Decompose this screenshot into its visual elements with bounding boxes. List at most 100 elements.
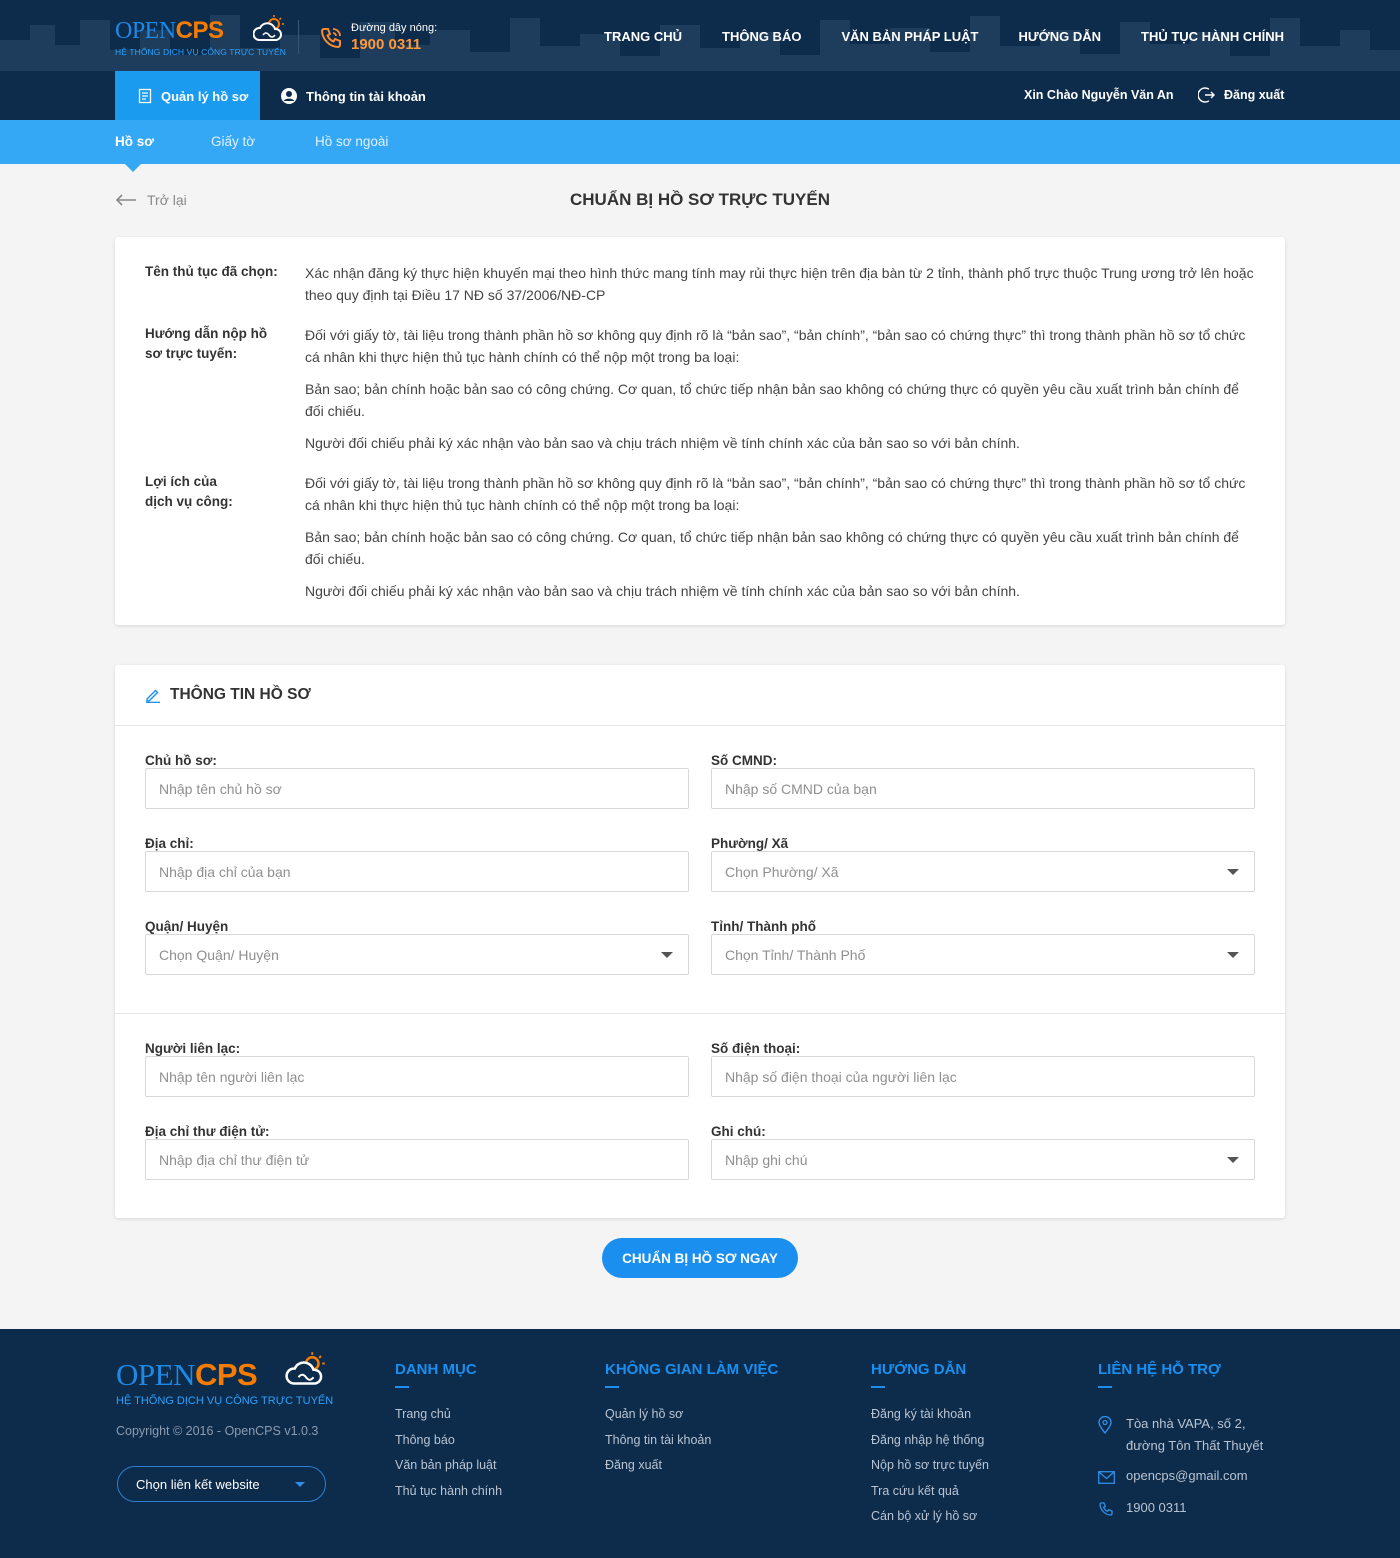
footer-title-underline <box>395 1386 409 1388</box>
footer-link[interactable]: Tra cứu kết quả <box>871 1479 989 1505</box>
tab-manage-files[interactable]: Quản lý hồ sơ <box>115 71 260 121</box>
tab-files[interactable]: Hồ sơ <box>115 134 154 149</box>
footer-title-underline <box>871 1386 885 1388</box>
benefit-paragraph: Bản sao; bản chính hoặc bản sao có công … <box>305 529 1239 567</box>
procedure-info-card: Tên thủ tục đã chọn: Xác nhận đăng ký th… <box>115 237 1285 625</box>
note-label: Ghi chú: <box>711 1124 766 1139</box>
copyright: Copyright © 2016 - OpenCPS v1.0.3 <box>116 1424 319 1438</box>
nav-legal-docs[interactable]: VĂN BẢN PHÁP LUẬT <box>841 29 978 44</box>
nav-home[interactable]: TRANG CHỦ <box>604 29 682 44</box>
id-number-input[interactable] <box>711 768 1255 809</box>
owner-label: Chủ hồ sơ: <box>145 753 217 768</box>
footer-link[interactable]: Đăng xuất <box>605 1453 778 1479</box>
support-email-value[interactable]: opencps@gmail.com <box>1126 1468 1248 1483</box>
nav-procedures[interactable]: THỦ TỤC HÀNH CHÍNH <box>1141 29 1284 44</box>
district-select[interactable]: Chọn Quận/ Huyện <box>145 934 689 975</box>
phone-icon <box>320 28 341 49</box>
benefit-value: Đối với giấy tờ, tài liệu trong thành ph… <box>305 472 1255 612</box>
footer-link[interactable]: Đăng nhập hệ thống <box>871 1428 989 1454</box>
logo-cps: CPS <box>175 17 224 44</box>
mail-icon <box>1098 1471 1115 1484</box>
contact-input[interactable] <box>145 1056 689 1097</box>
phone-icon <box>1099 1502 1113 1516</box>
phone-input[interactable] <box>711 1056 1255 1097</box>
website-link-select[interactable]: Chọn liên kết website <box>117 1466 326 1502</box>
nav-guide[interactable]: HƯỚNG DẪN <box>1018 29 1101 44</box>
tab-documents[interactable]: Giấy tờ <box>211 134 255 149</box>
procedure-value: Xác nhận đăng ký thực hiện khuyến mại th… <box>305 265 1254 303</box>
logo-cloud-icon <box>285 1352 325 1385</box>
support-address-line2: đường Tôn Thất Thuyết <box>1126 1438 1264 1453</box>
ward-label: Phường/ Xã <box>711 836 789 851</box>
top-header: OPENCPS HỆ THỐNG DỊCH VỤ CÔNG TRỰC TUYẾN… <box>0 0 1400 70</box>
footer-title-underline <box>1098 1386 1112 1388</box>
footer-logo[interactable]: OPENCPS HỆ THỐNG DỊCH VỤ CÔNG TRỰC TUYẾN <box>116 1351 336 1411</box>
address-input[interactable] <box>145 851 689 892</box>
footer-col-workspace: KHÔNG GIAN LÀM VIỆC Quản lý hồ sơ Thông … <box>605 1361 778 1479</box>
footer-col-title: LIÊN HỆ HỖ TRỢ <box>1098 1361 1221 1378</box>
tab-external-files[interactable]: Hồ sơ ngoài <box>315 134 388 149</box>
footer-link[interactable]: Quản lý hồ sơ <box>605 1402 778 1428</box>
province-select[interactable]: Chọn Tỉnh/ Thành Phố <box>711 934 1255 975</box>
note-selected: Nhập ghi chú <box>725 1151 808 1168</box>
footer-logo-tagline: HỆ THỐNG DỊCH VỤ CÔNG TRỰC TUYẾN <box>116 1395 334 1407</box>
footer-link[interactable]: Nộp hồ sơ trực tuyến <box>871 1453 989 1479</box>
logo-open: OPEN <box>115 18 176 44</box>
tab-manage-files-label: Quản lý hồ sơ <box>161 88 249 104</box>
nav-notices[interactable]: THÔNG BÁO <box>722 29 801 44</box>
footer-link[interactable]: Thông báo <box>395 1428 502 1454</box>
chevron-down-icon <box>661 952 673 958</box>
chevron-down-icon <box>1227 869 1239 875</box>
file-info-form: THÔNG TIN HỒ SƠ Chủ hồ sơ: Số CMND: Địa … <box>115 665 1285 1218</box>
logo-cloud-icon <box>253 15 284 41</box>
owner-input[interactable] <box>145 768 689 809</box>
phone-label: Số điện thoại: <box>711 1041 801 1056</box>
chevron-down-icon <box>1227 1157 1239 1163</box>
footer-col-title: DANH MỤC <box>395 1361 477 1378</box>
footer-link[interactable]: Cán bộ xử lý hồ sơ <box>871 1504 989 1530</box>
tab-account-info[interactable]: Thông tin tài khoản <box>280 71 426 121</box>
page-title: CHUẨN BỊ HỒ SƠ TRỰC TUYẾN <box>570 190 830 209</box>
footer-link[interactable]: Thông tin tài khoản <box>605 1428 778 1454</box>
contact-label: Người liên lạc: <box>145 1041 241 1056</box>
document-icon <box>138 88 152 104</box>
user-circle-icon <box>281 88 297 104</box>
note-select[interactable]: Nhập ghi chú <box>711 1139 1255 1180</box>
footer-link[interactable]: Thủ tục hành chính <box>395 1479 502 1505</box>
map-pin-icon <box>1098 1416 1112 1434</box>
hotline-number[interactable]: 1900 0311 <box>351 36 421 53</box>
footer-col-guide: HƯỚNG DẪN Đăng ký tài khoản Đăng nhập hệ… <box>871 1361 989 1530</box>
prepare-file-button[interactable]: CHUẨN BỊ HỒ SƠ NGAY <box>602 1238 798 1278</box>
chevron-down-icon <box>1227 952 1239 958</box>
logout-button[interactable]: Đăng xuất <box>1198 86 1284 104</box>
support-address-line1: Tòa nhà VAPA, số 2, <box>1126 1416 1246 1431</box>
district-label: Quận/ Huyện <box>145 919 229 934</box>
email-input[interactable] <box>145 1139 689 1180</box>
footer-title-underline <box>605 1386 619 1388</box>
footer-logo-cps: CPS <box>194 1357 258 1392</box>
logout-icon <box>1198 87 1215 103</box>
guide-paragraph: Người đối chiếu phải ký xác nhận vào bản… <box>305 435 1020 451</box>
footer-link[interactable]: Trang chủ <box>395 1402 502 1428</box>
guide-value: Đối với giấy tờ, tài liệu trong thành ph… <box>305 324 1255 464</box>
guide-paragraph: Đối với giấy tờ, tài liệu trong thành ph… <box>305 327 1246 365</box>
ward-select[interactable]: Chọn Phường/ Xã <box>711 851 1255 892</box>
footer-link[interactable]: Văn bản pháp luật <box>395 1453 502 1479</box>
province-selected: Chọn Tỉnh/ Thành Phố <box>725 946 866 963</box>
footer-link[interactable]: Đăng ký tài khoản <box>871 1402 989 1428</box>
opencps-logo[interactable]: OPENCPS HỆ THỐNG DỊCH VỤ CÔNG TRỰC TUYẾN <box>115 14 286 60</box>
district-selected: Chọn Quận/ Huyện <box>159 946 279 963</box>
support-phone-value[interactable]: 1900 0311 <box>1126 1500 1187 1515</box>
footer-col-categories: DANH MỤC Trang chủ Thông báo Văn bản phá… <box>395 1361 502 1504</box>
footer: OPENCPS HỆ THỐNG DỊCH VỤ CÔNG TRỰC TUYẾN… <box>0 1329 1400 1558</box>
footer-col-support: LIÊN HỆ HỖ TRỢ <box>1098 1361 1221 1402</box>
tab-account-info-label: Thông tin tài khoản <box>306 88 426 104</box>
province-label: Tỉnh/ Thành phố <box>711 919 816 934</box>
benefit-paragraph: Đối với giấy tờ, tài liệu trong thành ph… <box>305 475 1246 513</box>
form-divider <box>115 1013 1285 1014</box>
active-tab-caret <box>125 164 141 172</box>
guide-paragraph: Bản sao; bản chính hoặc bản sao có công … <box>305 381 1239 419</box>
chevron-down-icon <box>295 1482 305 1487</box>
footer-logo-open: OPEN <box>116 1357 195 1392</box>
form-title: THÔNG TIN HỒ SƠ <box>170 686 311 703</box>
